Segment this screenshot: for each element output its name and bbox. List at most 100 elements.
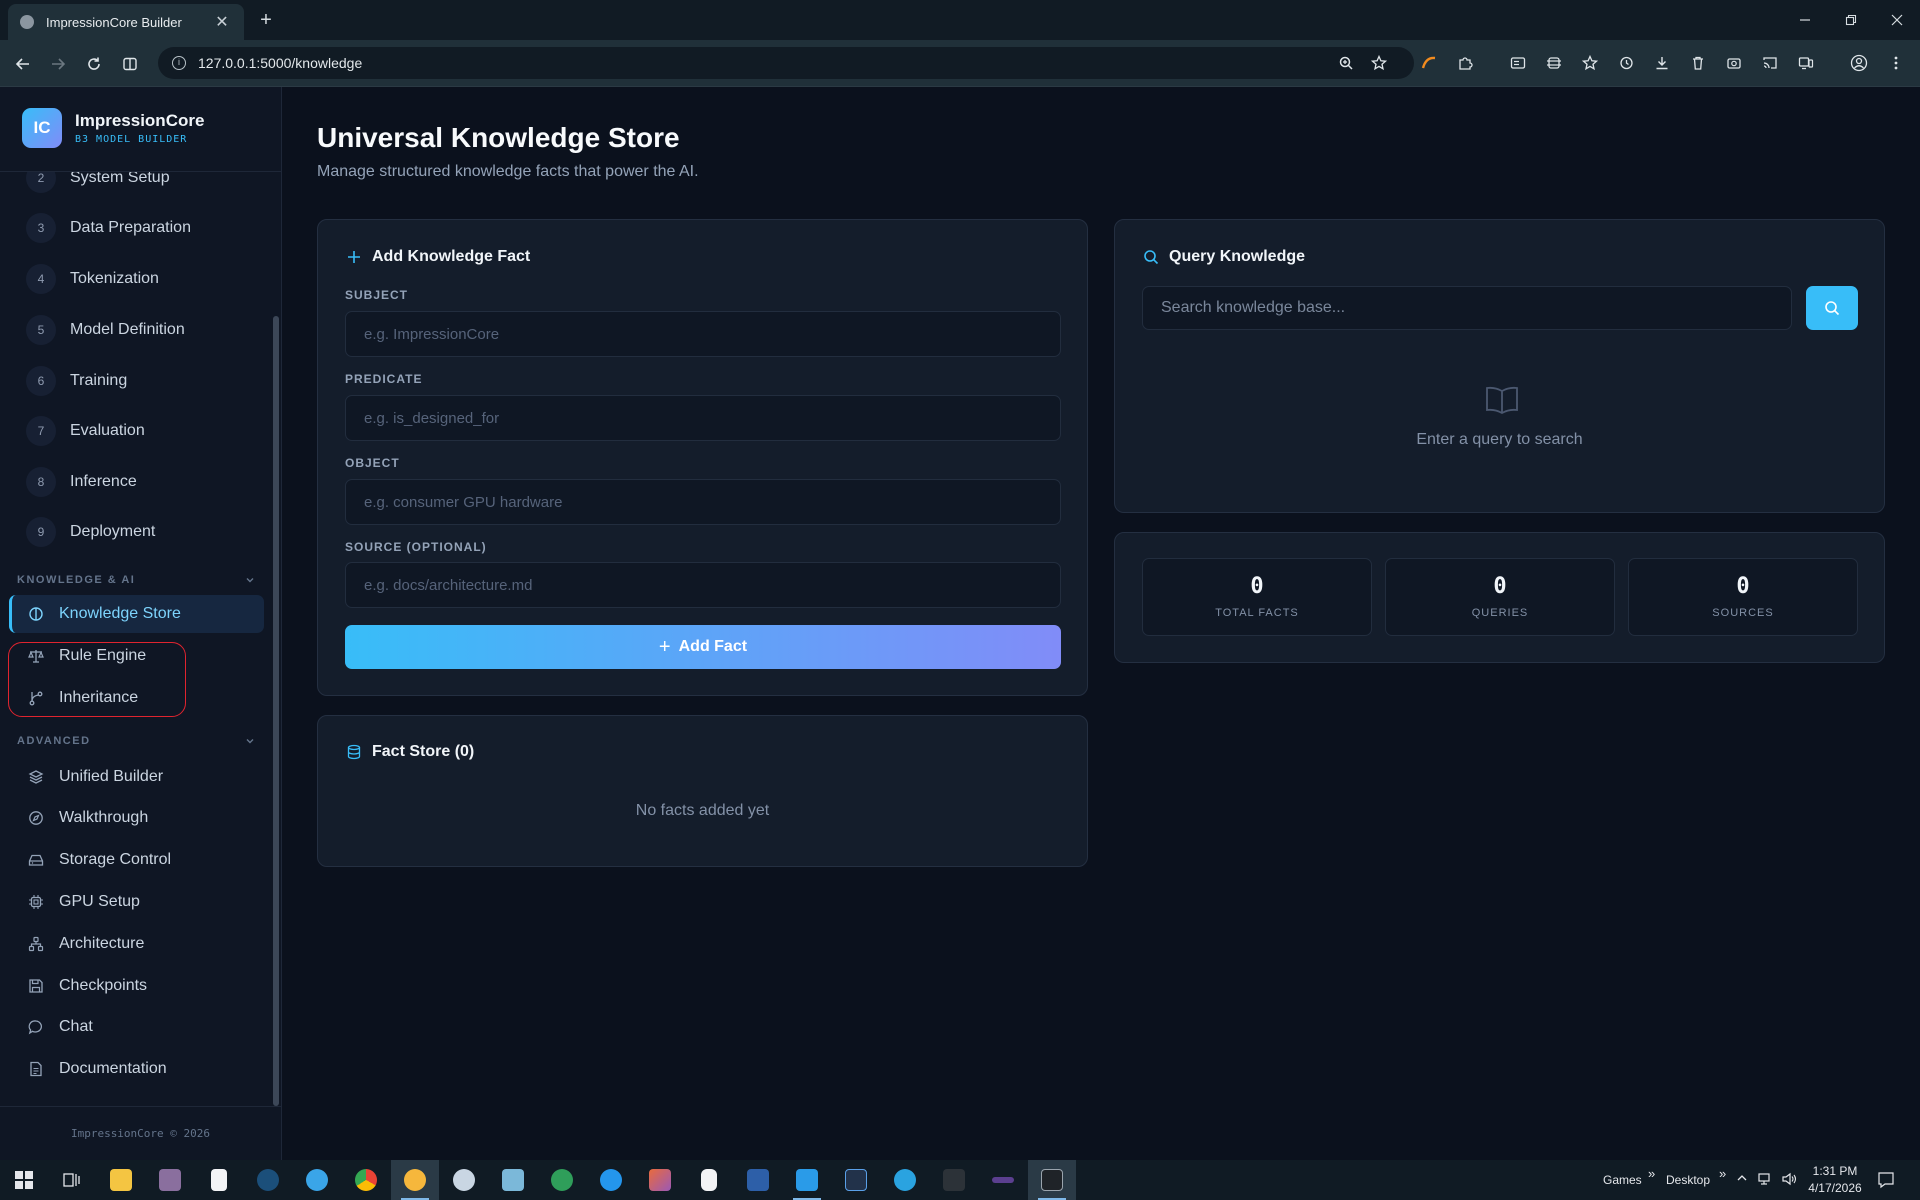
new-tab-button[interactable]: +	[254, 8, 278, 32]
sidebar-scrollbar[interactable]	[273, 316, 279, 1106]
sidebar-item-architecture[interactable]: Architecture	[9, 925, 264, 963]
sidebar-item-rule-engine[interactable]: Rule Engine	[9, 637, 264, 675]
section-knowledge-ai-header[interactable]: KNOWLEDGE & AI	[17, 572, 257, 588]
chevron-down-icon[interactable]	[243, 734, 257, 748]
taskbar-toolbar-games[interactable]: Games	[1603, 1173, 1642, 1187]
browser-menu-button[interactable]	[1885, 52, 1907, 74]
docker-taskbar-icon[interactable]	[587, 1160, 635, 1200]
sidebar-step-inference[interactable]: 8 Inference	[26, 467, 137, 497]
sidebar-step-evaluation[interactable]: 7 Evaluation	[26, 416, 145, 446]
taskbar-toolbar-desktop[interactable]: Desktop	[1666, 1173, 1710, 1187]
back-button[interactable]	[9, 50, 37, 78]
sidebar-item-chat[interactable]: Chat	[9, 1008, 264, 1046]
reload-button[interactable]	[80, 50, 108, 78]
system-time[interactable]: 1:31 PM	[1809, 1164, 1861, 1178]
performance-button[interactable]	[1543, 52, 1565, 74]
cast-button[interactable]	[1759, 52, 1781, 74]
close-window-button[interactable]	[1874, 0, 1920, 40]
predicate-input[interactable]	[345, 395, 1061, 441]
history-button[interactable]	[1615, 52, 1637, 74]
sidebar-item-unified-builder[interactable]: Unified Builder	[9, 758, 264, 796]
add-fact-button[interactable]: + Add Fact	[345, 625, 1061, 669]
query-knowledge-card: Query Knowledge Enter a query to search	[1114, 219, 1885, 513]
sidebar-item-checkpoints[interactable]: Checkpoints	[9, 967, 264, 1005]
bookmark-star-button[interactable]	[1368, 52, 1390, 74]
source-input[interactable]	[345, 562, 1061, 608]
screenshot-button[interactable]	[1723, 52, 1745, 74]
extension-arc-icon	[1421, 56, 1436, 69]
knowledge-search-input[interactable]	[1142, 286, 1792, 330]
site-info-icon[interactable]: i	[172, 56, 186, 70]
search-button[interactable]	[1806, 286, 1858, 330]
paint-taskbar-icon[interactable]	[440, 1160, 488, 1200]
command-prompt-taskbar-icon[interactable]	[1028, 1160, 1076, 1200]
sidebar-item-storage-control[interactable]: Storage Control	[9, 841, 264, 879]
browser-tab[interactable]: ImpressionCore Builder ✕	[8, 4, 244, 40]
favorites-button[interactable]	[1579, 52, 1601, 74]
devices-button[interactable]	[1795, 52, 1817, 74]
sidebar-item-inheritance[interactable]: Inheritance	[9, 679, 264, 717]
volume-icon[interactable]	[1782, 1172, 1798, 1189]
chevron-down-icon[interactable]	[243, 573, 257, 587]
section-advanced-header[interactable]: ADVANCED	[17, 733, 257, 749]
scale-icon	[27, 647, 45, 665]
steam-taskbar-icon[interactable]	[244, 1160, 292, 1200]
download-icon	[1656, 57, 1668, 70]
telegram-taskbar-icon[interactable]	[881, 1160, 929, 1200]
extensions-button[interactable]	[1454, 52, 1476, 74]
app-a-taskbar-icon[interactable]	[832, 1160, 880, 1200]
notepad-taskbar-icon[interactable]	[195, 1160, 243, 1200]
sidebar-item-knowledge-store[interactable]: Knowledge Store	[9, 595, 264, 633]
split-view-button[interactable]	[116, 50, 144, 78]
tray-overflow-icon[interactable]	[1736, 1172, 1748, 1187]
restore-window-button[interactable]	[1828, 0, 1874, 40]
sidebar-item-documentation[interactable]: Documentation	[9, 1050, 264, 1088]
chrome-taskbar-icon[interactable]	[342, 1160, 390, 1200]
toolbar-chevron-icon[interactable]: »	[1719, 1166, 1726, 1181]
stat-label: QUERIES	[1471, 607, 1529, 619]
network-icon[interactable]	[1758, 1172, 1774, 1189]
sidebar-step-tokenization[interactable]: 4 Tokenization	[26, 264, 159, 294]
toolbar-chevron-icon[interactable]: »	[1648, 1166, 1655, 1181]
task-view-button[interactable]	[48, 1160, 96, 1200]
sidebar-step-model-definition[interactable]: 5 Model Definition	[26, 315, 185, 345]
powershell-taskbar-icon[interactable]	[734, 1160, 782, 1200]
forward-button[interactable]	[44, 50, 72, 78]
extension-arc-button[interactable]	[1418, 52, 1440, 74]
profile-button[interactable]	[1848, 52, 1870, 74]
start-button[interactable]	[0, 1160, 48, 1200]
sidebar-step-data-preparation[interactable]: 3 Data Preparation	[26, 213, 191, 243]
file-explorer-taskbar-icon[interactable]	[97, 1160, 145, 1200]
sidebar-item-walkthrough[interactable]: Walkthrough	[9, 799, 264, 837]
object-input[interactable]	[345, 479, 1061, 525]
sidebar-step-deployment[interactable]: 9 Deployment	[26, 517, 155, 547]
archive-app-taskbar-icon[interactable]	[146, 1160, 194, 1200]
downloads-button[interactable]	[1651, 52, 1673, 74]
edge-taskbar-icon[interactable]	[293, 1160, 341, 1200]
close-tab-icon[interactable]: ✕	[212, 12, 232, 32]
ollama-taskbar-icon[interactable]	[685, 1160, 733, 1200]
trash-icon	[1693, 56, 1703, 70]
performance-icon	[1547, 57, 1561, 69]
git-app-taskbar-icon[interactable]	[636, 1160, 684, 1200]
minimize-window-button[interactable]	[1782, 0, 1828, 40]
minimize-icon	[1800, 19, 1810, 21]
sidebar-item-gpu-setup[interactable]: GPU Setup	[9, 883, 264, 921]
reading-mode-button[interactable]	[1507, 52, 1529, 74]
address-bar[interactable]: i 127.0.0.1:5000/knowledge	[158, 47, 1414, 79]
vscode-taskbar-icon[interactable]	[783, 1160, 831, 1200]
zoom-button[interactable]	[1335, 52, 1357, 74]
app-purple-taskbar-icon[interactable]	[979, 1160, 1027, 1200]
sidebar-step-training[interactable]: 6 Training	[26, 366, 127, 396]
url-text: 127.0.0.1:5000/knowledge	[198, 55, 363, 71]
chrome-canary-taskbar-icon[interactable]	[391, 1160, 439, 1200]
delete-browsing-data-button[interactable]	[1687, 52, 1709, 74]
subject-input[interactable]	[345, 311, 1061, 357]
notifications-icon[interactable]	[1877, 1171, 1895, 1192]
fact-store-card: Fact Store (0) No facts added yet	[317, 715, 1088, 867]
task-view-icon	[63, 1173, 80, 1187]
system-date[interactable]: 4/17/2026	[1805, 1181, 1865, 1195]
terminal-taskbar-icon[interactable]	[930, 1160, 978, 1200]
app-taskbar-icon[interactable]	[489, 1160, 537, 1200]
app-green-taskbar-icon[interactable]	[538, 1160, 586, 1200]
